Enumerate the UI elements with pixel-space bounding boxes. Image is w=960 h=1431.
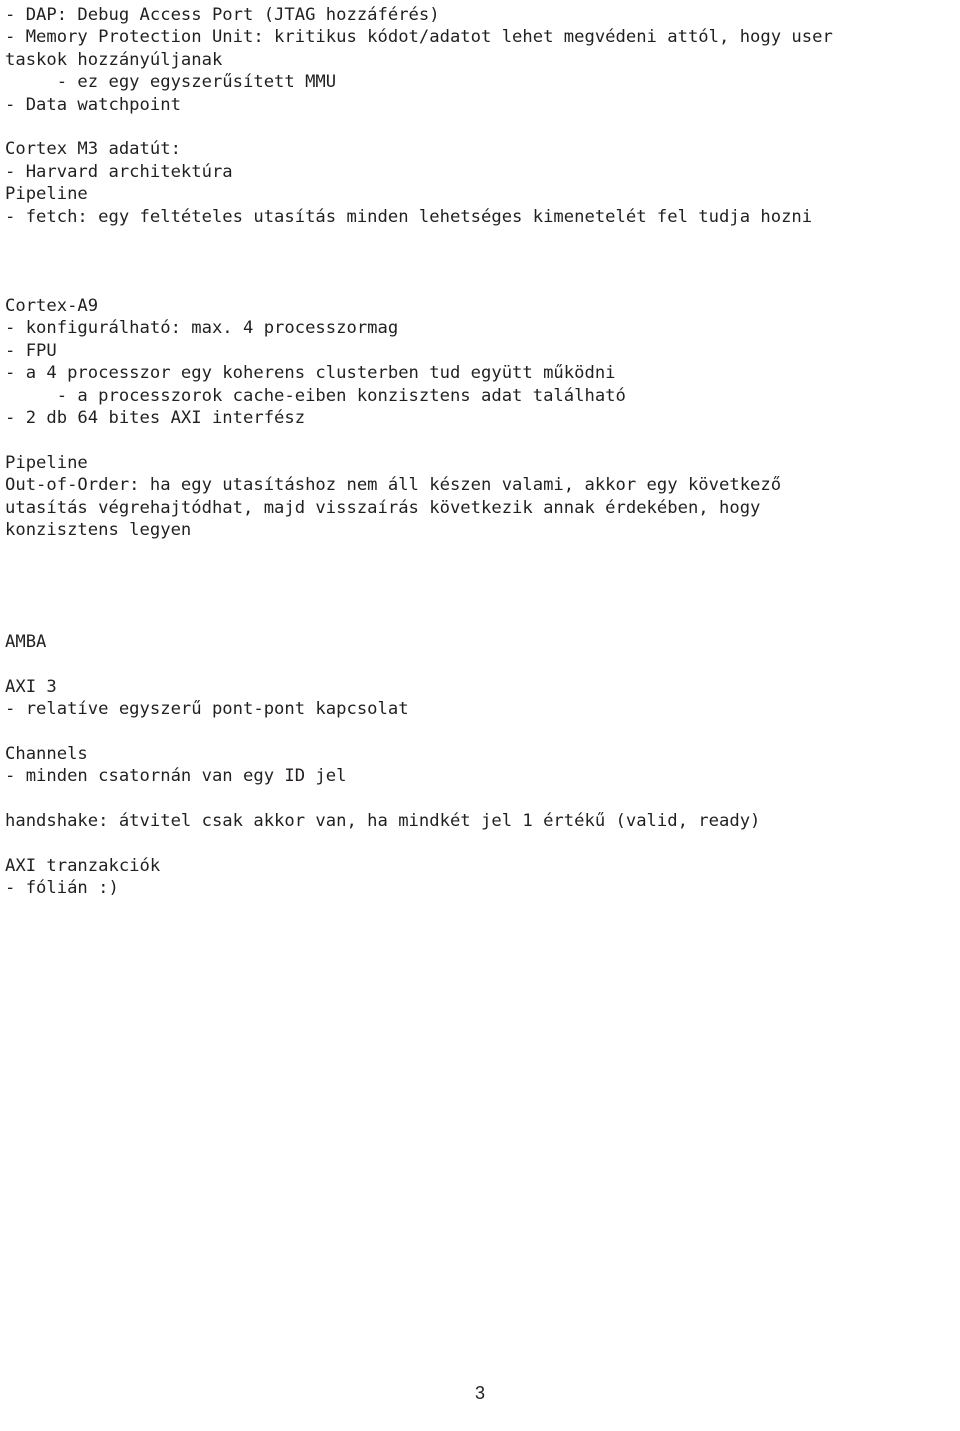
text-line: - FPU	[5, 340, 57, 361]
text-line: Pipeline	[5, 452, 88, 473]
text-line: - a 4 processzor egy koherens clusterben…	[5, 363, 616, 384]
text-line: utasítás végrehajtódhat, majd visszaírás…	[5, 497, 761, 518]
text-line: Out-of-Order: ha egy utasításhoz nem áll…	[5, 475, 782, 496]
text-line: - fetch: egy feltételes utasítás minden …	[5, 206, 813, 227]
text-line: AXI 3	[5, 676, 57, 697]
text-line: taskok hozzányúljanak	[5, 49, 223, 70]
text-line: - ez egy egyszerűsített MMU	[5, 72, 337, 93]
text-line: - a processzorok cache-eiben konzisztens…	[5, 385, 626, 406]
text-line: - minden csatornán van egy ID jel	[5, 766, 347, 787]
text-line: Cortex M3 adatút:	[5, 139, 181, 160]
text-line: Channels	[5, 743, 88, 764]
text-line: - Harvard architektúra	[5, 161, 233, 182]
text-line: konzisztens legyen	[5, 519, 192, 540]
document-text-body: - DAP: Debug Access Port (JTAG hozzáféré…	[5, 4, 960, 900]
text-line: - konfigurálható: max. 4 processzormag	[5, 318, 399, 339]
text-line: - 2 db 64 bites AXI interfész	[5, 408, 306, 429]
text-line: Cortex-A9	[5, 296, 99, 317]
text-line: - DAP: Debug Access Port (JTAG hozzáféré…	[5, 5, 440, 25]
text-line: handshake: átvitel csak akkor van, ha mi…	[5, 811, 761, 832]
document-page: - DAP: Debug Access Port (JTAG hozzáféré…	[0, 0, 960, 1431]
page-number: 3	[474, 1383, 485, 1403]
text-line: - fólián :)	[5, 878, 119, 899]
text-line: AXI tranzakciók	[5, 855, 161, 876]
text-line: - relatíve egyszerű pont-pont kapcsolat	[5, 699, 409, 720]
text-line: - Memory Protection Unit: kritikus kódot…	[5, 27, 833, 48]
text-line: Pipeline	[5, 184, 88, 205]
text-line: AMBA	[5, 631, 47, 652]
text-line: - Data watchpoint	[5, 94, 181, 115]
